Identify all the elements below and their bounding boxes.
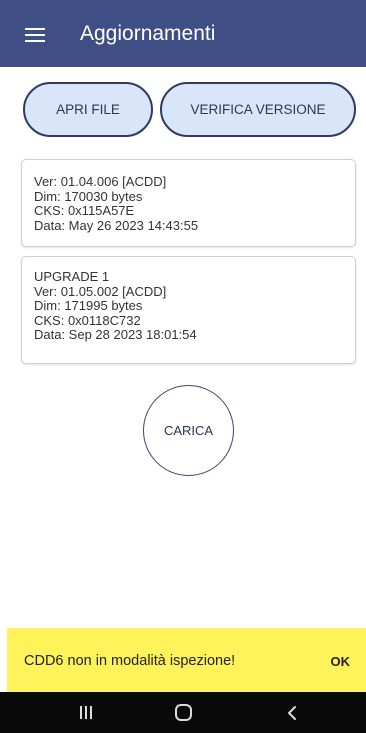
snackbar: CDD6 non in modalità ispezione! OK xyxy=(7,628,366,692)
back-icon[interactable] xyxy=(285,705,301,721)
current-size-line: Dim: 170030 bytes xyxy=(34,188,143,204)
current-firmware-card: Ver: 01.04.006 [ACDD] Dim: 170030 bytes … xyxy=(21,159,356,247)
current-date-line: Data: May 26 2023 14:43:55 xyxy=(34,217,199,233)
home-icon[interactable] xyxy=(175,704,192,721)
upgrade-date-line: Data: Sep 28 2023 18:01:54 xyxy=(34,327,197,342)
upgrade-size-line: Dim: 171995 bytes xyxy=(34,298,143,313)
snackbar-message: CDD6 non in modalità ispezione! xyxy=(24,653,236,669)
snackbar-ok-button[interactable]: OK xyxy=(331,654,351,669)
page-title: Aggiornamenti xyxy=(80,22,216,45)
load-button-label: CARICA xyxy=(163,423,214,438)
top-app-bar: Aggiornamenti xyxy=(0,0,366,67)
hamburger-menu-icon[interactable] xyxy=(25,28,45,42)
recents-icon[interactable] xyxy=(80,706,92,719)
current-checksum-line: CKS: 0x115A57E xyxy=(34,203,135,218)
verify-version-button[interactable]: VERIFICA VERSIONE xyxy=(160,82,356,137)
upgrade-version-line: Ver: 01.05.002 [ACDD] xyxy=(34,283,167,299)
upgrade-title-line: UPGRADE 1 xyxy=(34,269,110,284)
open-file-button[interactable]: APRI FILE xyxy=(23,82,153,137)
current-version-line: Ver: 01.04.006 [ACDD] xyxy=(34,174,167,189)
upgrade-firmware-card: UPGRADE 1 Ver: 01.05.002 [ACDD] Dim: 171… xyxy=(21,256,356,364)
load-button[interactable]: CARICA xyxy=(143,385,234,476)
app-screen: Aggiornamenti APRI FILE VERIFICA VERSION… xyxy=(0,0,366,733)
system-nav-bar xyxy=(0,692,366,733)
upgrade-checksum-line: CKS: 0x0118C732 xyxy=(34,312,141,328)
